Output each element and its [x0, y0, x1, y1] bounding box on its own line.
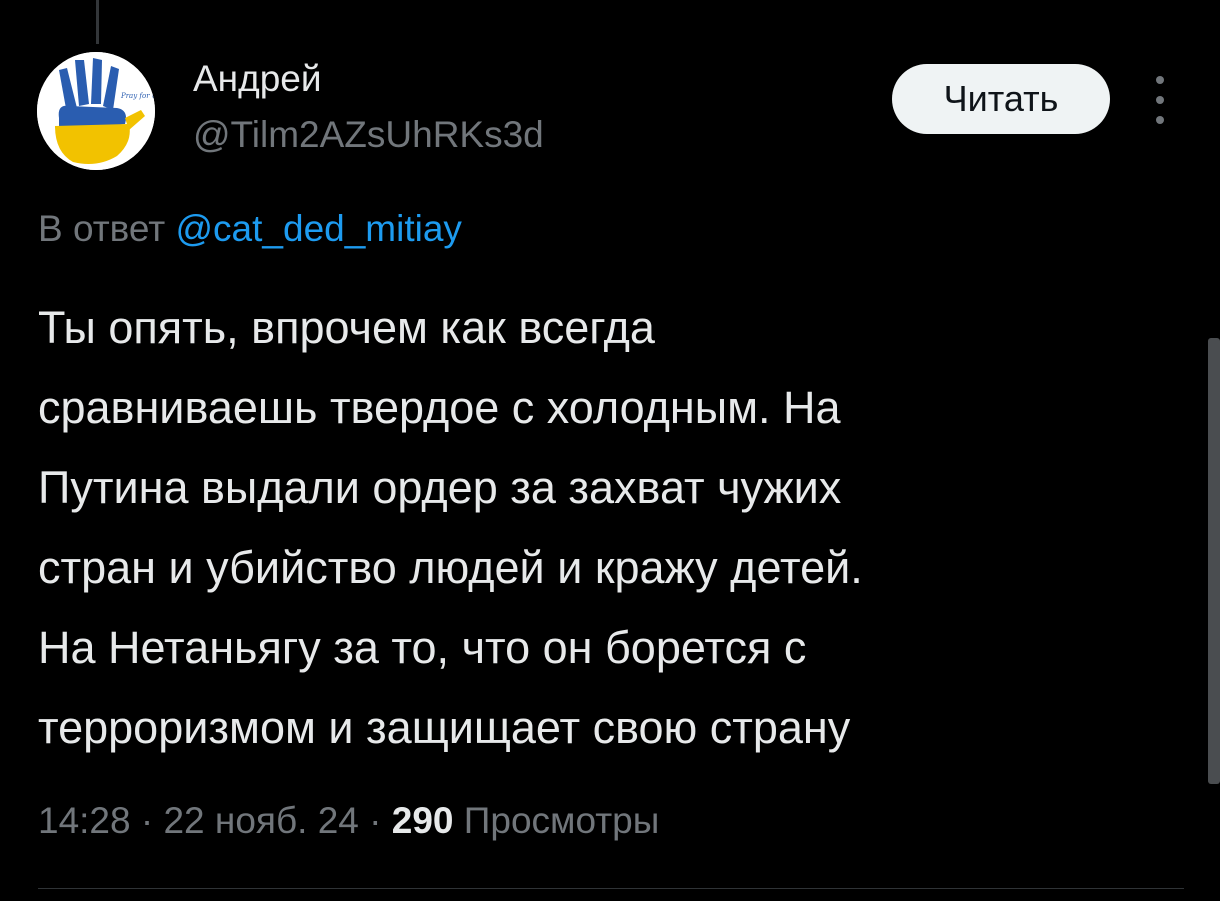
tweet-text-line: Путина выдали ордер за захват чужих [38, 462, 842, 513]
more-dot [1156, 76, 1164, 84]
more-dot [1156, 96, 1164, 104]
tweet-text-line: На Нетаньягу за то, что он борется с [38, 622, 807, 673]
reply-prefix: В ответ [38, 208, 166, 249]
reply-mention-link[interactable]: @cat_ded_mitiay [176, 208, 462, 249]
user-handle[interactable]: @Tilm2AZsUhRKs3d [193, 114, 544, 156]
tweet-meta: 14:28 · 22 нояб. 24 · 290 Просмотры [38, 800, 659, 842]
divider [38, 888, 1184, 889]
hand-print-icon: Pray for Ukraine [37, 52, 155, 170]
scrollbar[interactable] [1208, 338, 1220, 784]
thread-connector-line [96, 0, 99, 44]
user-display-name[interactable]: Андрей [193, 58, 322, 100]
reply-context: В ответ @cat_ded_mitiay [38, 208, 462, 250]
more-vertical-icon[interactable] [1144, 76, 1176, 124]
tweet-date[interactable]: 22 нояб. 24 [163, 800, 358, 841]
tweet-text-line: стран и убийство людей и кражу детей. [38, 542, 863, 593]
avatar[interactable]: Pray for Ukraine [37, 52, 155, 170]
tweet-text-line: сравниваешь твердое с холодным. На [38, 382, 841, 433]
views-label: Просмотры [453, 800, 660, 841]
tweet-text-line: Ты опять, впрочем как всегда [38, 302, 655, 353]
meta-separator: · [130, 800, 164, 841]
meta-separator: · [358, 800, 392, 841]
avatar-inscription: Pray for Ukraine [120, 92, 155, 100]
follow-button[interactable]: Читать [892, 64, 1110, 134]
more-dot [1156, 116, 1164, 124]
tweet-time[interactable]: 14:28 [38, 800, 131, 841]
tweet-text-line: терроризмом и защищает свою страну [38, 702, 851, 753]
views-count[interactable]: 290 [392, 800, 454, 841]
tweet-text: Ты опять, впрочем как всегда сравниваешь… [38, 288, 1188, 768]
